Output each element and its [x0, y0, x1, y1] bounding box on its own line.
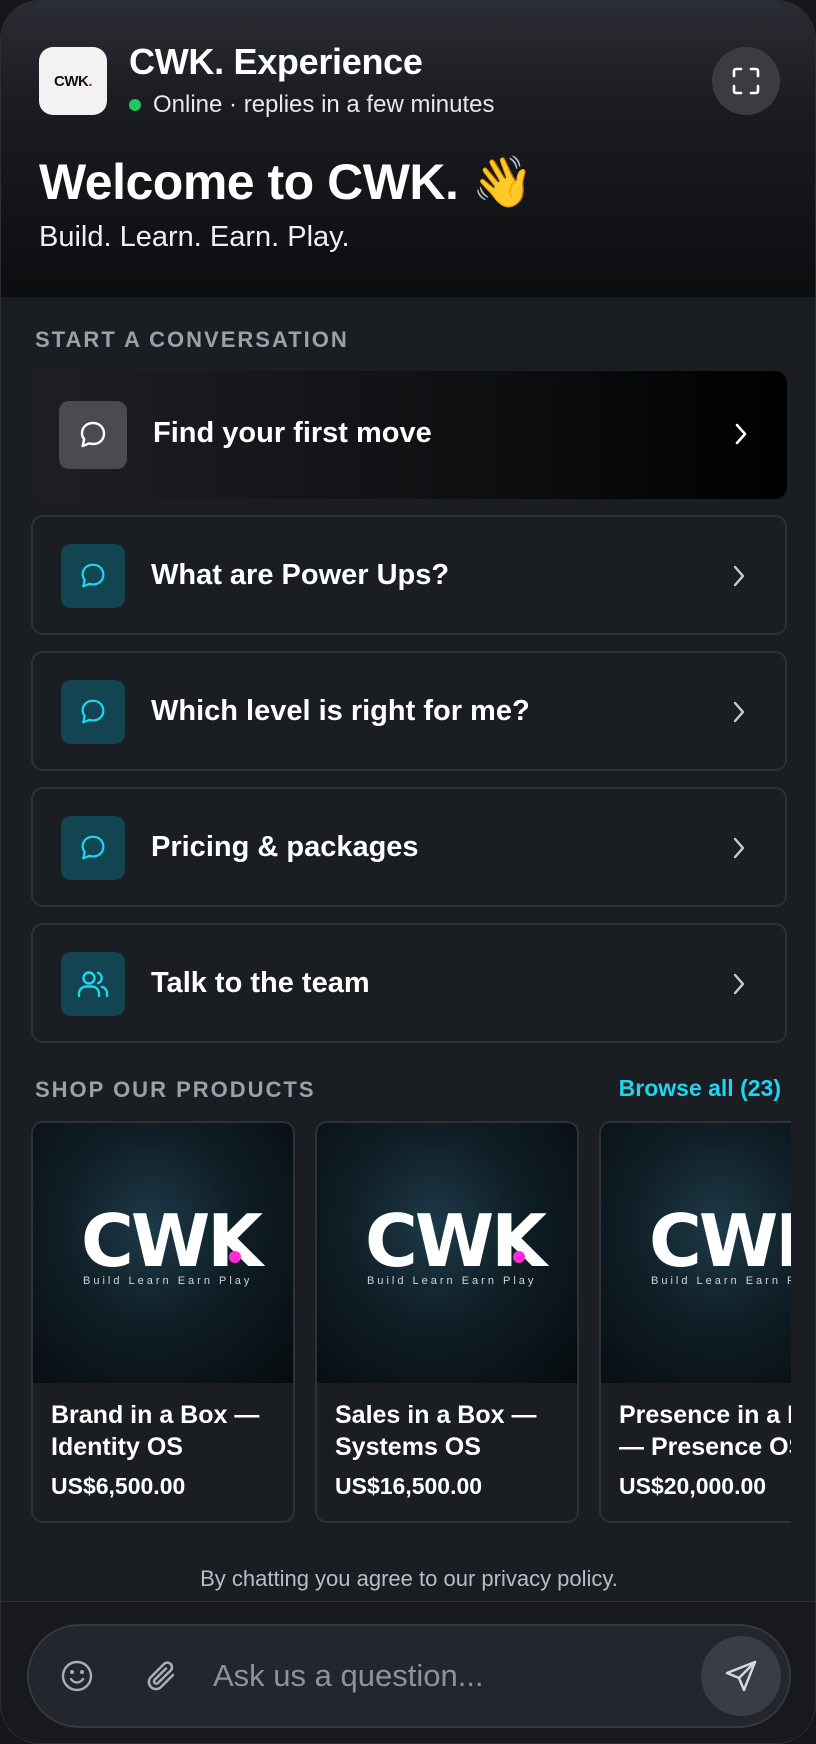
conversation-option-label: Which level is right for me?	[151, 695, 530, 727]
conversation-option-label: What are Power Ups?	[151, 559, 450, 591]
product-carousel: CWK Build Learn Earn Play Brand in a Box…	[31, 1121, 791, 1525]
tagline: Build. Learn. Earn. Play.	[39, 221, 350, 253]
expand-button[interactable]	[712, 47, 780, 115]
chat-bubble-icon	[59, 401, 127, 469]
privacy-notice: By chatting you agree to our privacy pol…	[200, 1566, 618, 1591]
conversation-option-pricing[interactable]: Pricing & packages	[31, 787, 787, 907]
send-icon	[725, 1660, 757, 1692]
conversation-section-label: START A CONVERSATION	[35, 327, 349, 352]
browse-all-link[interactable]: Browse all (23)	[619, 1075, 781, 1102]
product-title: Presence in a Box — Presence OS	[619, 1401, 791, 1461]
product-image: CWK Build Learn Earn Play	[601, 1123, 791, 1383]
widget-header: CWK. CWK. Experience Online · replies in…	[1, 1, 815, 297]
paperclip-icon[interactable]	[145, 1658, 179, 1694]
logo-dot	[513, 1251, 525, 1263]
chevron-right-icon	[733, 701, 745, 723]
product-price: US$6,500.00	[51, 1473, 186, 1499]
status-text: Online · replies in a few minutes	[153, 91, 495, 118]
shop-section-label: SHOP OUR PRODUCTS	[35, 1077, 316, 1102]
conversation-option-level[interactable]: Which level is right for me?	[31, 651, 787, 771]
online-status: Online · replies in a few minutes	[129, 91, 494, 119]
chat-bubble-icon	[61, 816, 125, 880]
product-card[interactable]: CWK Build Learn Earn Play Presence in a …	[599, 1121, 791, 1523]
chevron-right-icon	[733, 837, 745, 859]
product-image: CWK Build Learn Earn Play	[317, 1123, 577, 1383]
product-price: US$16,500.00	[335, 1473, 483, 1499]
conversation-option-first-move[interactable]: Find your first move	[31, 371, 787, 499]
welcome-heading: Welcome to CWK. 👋	[39, 154, 534, 210]
product-logo-sub: Build Learn Earn Play	[83, 1275, 253, 1287]
chat-bubble-icon	[61, 680, 125, 744]
product-price: US$20,000.00	[619, 1473, 767, 1499]
logo-dot	[229, 1251, 241, 1263]
product-title: Brand in a Box — Identity OS	[51, 1401, 260, 1461]
chat-bubble-icon	[61, 544, 125, 608]
message-input[interactable]	[213, 1654, 703, 1698]
chevron-right-icon	[733, 973, 745, 995]
users-icon	[61, 952, 125, 1016]
product-logo: CWK	[365, 1199, 547, 1283]
chat-widget: CWK. CWK. Experience Online · replies in…	[0, 0, 816, 1744]
conversation-option-label: Find your first move	[153, 417, 432, 449]
conversation-option-label: Pricing & packages	[151, 831, 419, 863]
send-button[interactable]	[701, 1636, 781, 1716]
product-logo-sub: Build Learn Earn Play	[367, 1275, 537, 1287]
conversation-option-power-ups[interactable]: What are Power Ups?	[31, 515, 787, 635]
product-logo: CWK	[649, 1199, 791, 1283]
chevron-right-icon	[735, 423, 747, 445]
expand-icon	[732, 67, 760, 95]
brand-title: CWK. Experience	[129, 41, 423, 82]
product-card[interactable]: CWK Build Learn Earn Play Sales in a Box…	[315, 1121, 579, 1523]
conversation-option-talk-to-team[interactable]: Talk to the team	[31, 923, 787, 1043]
emoji-icon[interactable]	[59, 1658, 95, 1694]
product-image: CWK Build Learn Earn Play	[33, 1123, 293, 1383]
conversation-option-label: Talk to the team	[151, 967, 370, 999]
chevron-right-icon	[733, 565, 745, 587]
product-logo: CWK	[81, 1199, 263, 1283]
product-logo-sub: Build Learn Earn Play	[651, 1275, 791, 1287]
product-card[interactable]: CWK Build Learn Earn Play Brand in a Box…	[31, 1121, 295, 1523]
composer-bar	[1, 1601, 815, 1743]
message-composer	[27, 1624, 791, 1728]
online-dot-icon	[129, 99, 141, 111]
brand-logo: CWK.	[39, 47, 107, 115]
product-title: Sales in a Box — Systems OS	[335, 1401, 537, 1461]
